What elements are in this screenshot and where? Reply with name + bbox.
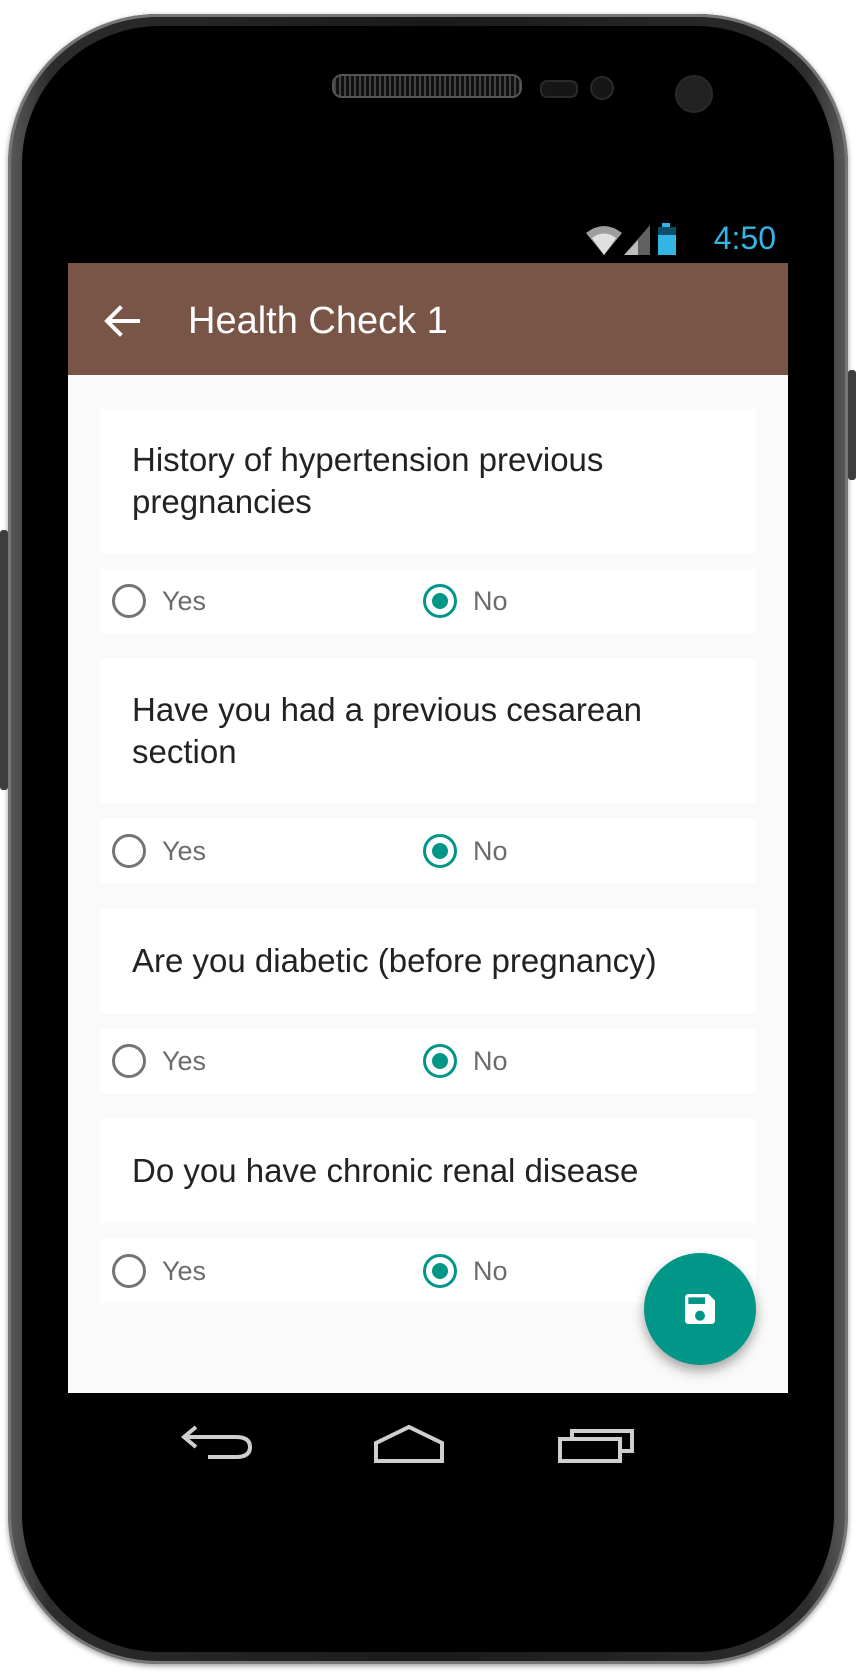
radio-no[interactable]: No — [423, 569, 508, 633]
radio-no[interactable]: No — [423, 819, 508, 883]
radio-unchecked-icon — [112, 584, 146, 618]
question-text: Have you had a previous cesarean section — [132, 691, 642, 770]
light-sensor — [590, 76, 614, 100]
radio-label: Yes — [162, 835, 207, 866]
question-text: Do you have chronic renal disease — [132, 1152, 639, 1189]
page-title: Health Check 1 — [188, 300, 448, 342]
radio-label: No — [473, 585, 508, 616]
nav-recents-button[interactable] — [552, 1415, 642, 1471]
question-card: Are you diabetic (before pregnancy) — [100, 909, 756, 1013]
battery-icon — [658, 223, 676, 255]
nav-back-button[interactable] — [174, 1415, 264, 1471]
arrow-back-icon — [104, 305, 140, 337]
answer-row: Yes No — [100, 569, 756, 633]
home-nav-icon — [374, 1424, 444, 1463]
radio-yes[interactable]: Yes — [112, 1239, 206, 1303]
status-icons — [586, 223, 676, 255]
back-nav-icon — [180, 1425, 253, 1459]
cell-signal-icon — [624, 225, 650, 255]
radio-label: No — [473, 1255, 508, 1286]
save-icon — [685, 1294, 715, 1324]
answer-row: Yes No — [100, 819, 756, 883]
screen: 4:50 Health Check 1 History of hypertens… — [68, 213, 788, 1493]
radio-checked-icon — [423, 1254, 457, 1288]
radio-label: Yes — [162, 585, 207, 616]
radio-label: No — [473, 1045, 508, 1076]
radio-label: No — [473, 835, 508, 866]
navigation-bar — [68, 1393, 788, 1493]
radio-checked-icon — [423, 834, 457, 868]
question-text: Are you diabetic (before pregnancy) — [132, 942, 657, 979]
answer-row: Yes No — [100, 1029, 756, 1093]
radio-no[interactable]: No — [423, 1029, 508, 1093]
status-time: 4:50 — [713, 220, 776, 256]
radio-unchecked-icon — [112, 1254, 146, 1288]
radio-label: Yes — [162, 1255, 207, 1286]
status-bar: 4:50 — [68, 213, 788, 263]
radio-checked-icon — [423, 1044, 457, 1078]
earpiece-speaker — [332, 74, 522, 98]
question-card: History of hypertension previous pregnan… — [100, 409, 756, 553]
radio-yes[interactable]: Yes — [112, 569, 206, 633]
power-button — [848, 370, 856, 480]
radio-label: Yes — [162, 1045, 207, 1076]
question-text: History of hypertension previous pregnan… — [132, 441, 604, 520]
app-bar: Health Check 1 — [68, 263, 788, 375]
front-camera — [675, 75, 713, 113]
radio-yes[interactable]: Yes — [112, 1029, 206, 1093]
question-card: Have you had a previous cesarean section — [100, 659, 756, 803]
proximity-sensor — [540, 80, 578, 98]
nav-home-button[interactable] — [364, 1415, 454, 1471]
radio-no[interactable]: No — [423, 1239, 508, 1303]
recents-nav-icon — [558, 1429, 634, 1463]
radio-unchecked-icon — [112, 834, 146, 868]
question-card: Do you have chronic renal disease — [100, 1119, 756, 1223]
volume-button — [0, 530, 8, 790]
radio-unchecked-icon — [112, 1044, 146, 1078]
back-button[interactable] — [98, 297, 146, 345]
wifi-icon — [586, 226, 622, 255]
save-button[interactable] — [644, 1253, 756, 1365]
radio-yes[interactable]: Yes — [112, 819, 206, 883]
radio-checked-icon — [423, 584, 457, 618]
